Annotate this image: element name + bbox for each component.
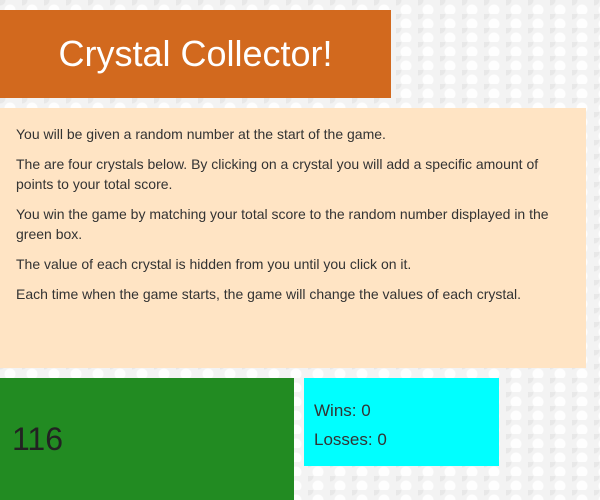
instruction-line: The value of each crystal is hidden from… [16, 256, 412, 272]
losses-value: 0 [377, 430, 387, 449]
wins-label: Wins: [314, 401, 357, 420]
game-title-text: Crystal Collector! [58, 33, 333, 74]
score-panel: Wins: 0 Losses: 0 [304, 378, 499, 466]
instructions-panel: You will be given a random number at the… [0, 108, 586, 368]
losses-row: Losses: 0 [314, 425, 499, 454]
game-title: Crystal Collector! [0, 10, 391, 98]
instruction-line: You win the game by matching your total … [16, 206, 549, 242]
instruction-line: The are four crystals below. By clicking… [16, 156, 539, 192]
losses-label: Losses: [314, 430, 373, 449]
wins-row: Wins: 0 [314, 396, 499, 425]
instruction-line: Each time when the game starts, the game… [16, 286, 522, 302]
random-number-box: 116 [0, 378, 294, 500]
instruction-line: You will be given a random number at the… [16, 126, 386, 142]
wins-value: 0 [361, 401, 371, 420]
random-number-value: 116 [12, 420, 64, 457]
